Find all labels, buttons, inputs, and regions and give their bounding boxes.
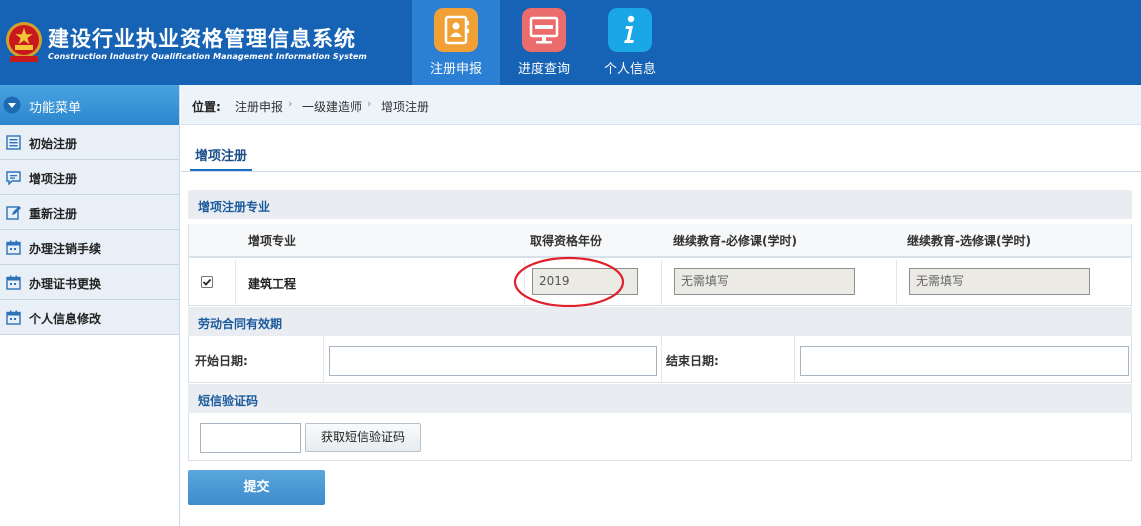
cell-divider	[896, 260, 897, 306]
specialty-section-header: 增项注册专业	[188, 190, 1132, 219]
column-header: 增项专业	[248, 234, 297, 248]
column-header: 取得资格年份	[530, 234, 603, 248]
cell-divider	[661, 336, 662, 382]
cell-divider	[323, 336, 324, 382]
cell-divider	[661, 260, 662, 306]
breadcrumb-separator-icon: ›	[367, 97, 372, 110]
sidebar-item-personal-info-edit[interactable]: 个人信息修改	[0, 300, 179, 335]
sidebar-item-certificate-replacement[interactable]: 办理证书更换	[0, 265, 179, 300]
circle-chevron-down-icon	[3, 96, 21, 114]
contact-book-icon	[434, 8, 478, 52]
start-date-input[interactable]	[329, 346, 657, 376]
nav-registration[interactable]: 注册申报	[412, 0, 500, 85]
elective-hours-field[interactable]: 无需填写	[909, 268, 1090, 295]
monitor-icon	[522, 8, 566, 52]
national-emblem-icon	[6, 22, 42, 62]
breadcrumb-label: 位置:	[192, 100, 221, 114]
required-hours-field[interactable]: 无需填写	[674, 268, 855, 295]
end-date-label: 结束日期:	[666, 354, 719, 368]
calendar-icon	[6, 310, 21, 325]
end-date-input[interactable]	[800, 346, 1129, 376]
section-title: 劳动合同有效期	[198, 317, 283, 331]
column-header: 继续教育-选修课(学时)	[907, 234, 1031, 248]
app-header: 建设行业执业资格管理信息系统 Construction Industry Qua…	[0, 0, 1141, 85]
app-subtitle: Construction Industry Qualification Mana…	[48, 52, 367, 61]
sms-code-input[interactable]	[200, 423, 301, 453]
list-icon	[6, 135, 21, 150]
sidebar-header-label: 功能菜单	[29, 101, 82, 116]
breadcrumb: 位置: 注册申报 › 一级建造师 › 增项注册	[181, 85, 1141, 125]
breadcrumb-item[interactable]: 注册申报	[235, 98, 283, 115]
sidebar: 功能菜单 初始注册 增项注册 重新注册 办理注销手续 办理证书更换 个人信息修改	[0, 85, 180, 526]
nav-label: 注册申报	[429, 62, 482, 77]
sidebar-item-cancellation[interactable]: 办理注销手续	[0, 230, 179, 265]
nav-label: 进度查询	[517, 62, 570, 77]
cell-divider	[794, 336, 795, 382]
cell-divider	[235, 260, 236, 306]
section-title: 短信验证码	[198, 394, 259, 408]
sidebar-item-add-registration[interactable]: 增项注册	[0, 160, 179, 195]
calendar-icon	[6, 275, 21, 290]
breadcrumb-separator-icon: ›	[288, 97, 293, 110]
chat-icon	[6, 171, 21, 185]
sidebar-item-label: 初始注册	[29, 137, 78, 151]
get-sms-code-button[interactable]: 获取短信验证码	[305, 423, 421, 452]
sidebar-item-initial-registration[interactable]: 初始注册	[0, 125, 179, 160]
specialty-checkbox[interactable]	[201, 276, 213, 288]
nav-label: 个人信息	[603, 62, 656, 77]
tab-divider	[181, 171, 1141, 172]
submit-button[interactable]: 提交	[188, 470, 325, 505]
start-date-label: 开始日期:	[195, 354, 248, 368]
specialty-name: 建筑工程	[248, 277, 297, 291]
breadcrumb-item: 增项注册	[381, 100, 430, 114]
highlight-annotation	[513, 256, 625, 308]
sidebar-item-label: 办理注销手续	[29, 242, 102, 256]
edit-icon	[6, 206, 21, 220]
contract-section-header: 劳动合同有效期	[188, 307, 1132, 336]
sidebar-item-label: 重新注册	[29, 207, 78, 221]
app-title: 建设行业执业资格管理信息系统	[48, 27, 356, 51]
sidebar-item-label: 增项注册	[29, 172, 78, 186]
sidebar-header[interactable]: 功能菜单	[0, 85, 179, 125]
sidebar-item-label: 办理证书更换	[29, 277, 102, 291]
sms-row: 获取短信验证码	[188, 413, 1132, 461]
sms-section-header: 短信验证码	[188, 384, 1132, 413]
column-header: 继续教育-必修课(学时)	[673, 234, 797, 248]
breadcrumb-item[interactable]: 一级建造师	[302, 98, 362, 115]
sidebar-item-re-registration[interactable]: 重新注册	[0, 195, 179, 230]
calendar-icon	[6, 240, 21, 255]
sidebar-item-label: 个人信息修改	[29, 312, 102, 326]
specialty-table: 增项专业 取得资格年份 继续教育-必修课(学时) 继续教育-选修课(学时) 建筑…	[188, 224, 1132, 306]
section-title: 增项注册专业	[198, 200, 271, 214]
info-icon	[608, 8, 652, 52]
nav-progress[interactable]: 进度查询	[500, 0, 588, 85]
nav-personal-info[interactable]: 个人信息	[586, 0, 674, 85]
contract-row: 开始日期: 结束日期:	[188, 336, 1132, 383]
tab-add-registration[interactable]: 增项注册	[190, 145, 252, 171]
